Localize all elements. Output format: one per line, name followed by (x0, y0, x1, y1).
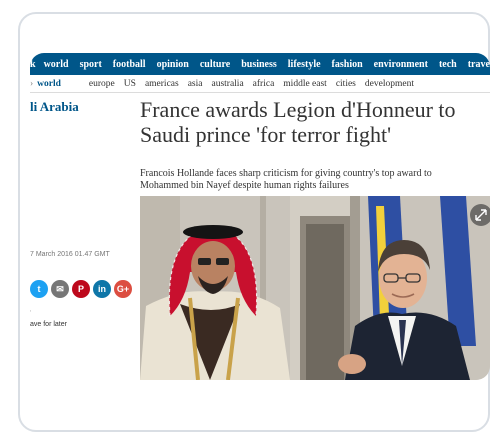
subnav-item-europe[interactable]: europe (89, 79, 115, 89)
article-standfirst: Francois Hollande faces sharp criticism … (140, 168, 432, 191)
nav-item-trave[interactable]: trave (468, 59, 490, 70)
share-buttons: t ✉ Pin G+ (30, 280, 135, 298)
article-headline: France awards Legion d'Honneur to Saudi … (140, 97, 456, 147)
share-email-button[interactable]: ✉ (51, 280, 69, 298)
subnav-item-middle-east[interactable]: middle east (283, 79, 327, 89)
subnav-item-americas[interactable]: americas (145, 79, 179, 89)
pinterest-icon: P (77, 284, 84, 294)
subnav-item-cities[interactable]: cities (336, 79, 356, 89)
googleplus-icon: G+ (116, 284, 130, 294)
expand-icon (475, 209, 487, 221)
back-chevron-icon[interactable]: › (30, 79, 33, 89)
expand-image-button[interactable] (470, 204, 490, 226)
share-count-marker: ‚ (30, 307, 32, 313)
nav-item-k[interactable]: k (30, 59, 36, 70)
share-linkedin-button[interactable]: in (93, 280, 111, 298)
photo-illustration (140, 196, 490, 380)
article-dateline: 7 March 2016 01.47 GMT (30, 251, 110, 258)
subnav-active-world[interactable]: world (37, 79, 61, 89)
subnav-item-asia[interactable]: asia (188, 79, 203, 89)
share-googleplus-button[interactable]: G+ (114, 280, 132, 298)
nav-item-fashion[interactable]: fashion (332, 59, 363, 70)
sub-navigation: › world europe US americas asia australia afr… (30, 75, 490, 93)
twitter-icon: t (37, 284, 41, 294)
share-pinterest-button[interactable]: P (72, 280, 90, 298)
nav-item-business[interactable]: business (241, 59, 277, 70)
subnav-items: europe US americas asia australia africa middl… (89, 79, 423, 89)
nav-item-culture[interactable]: culture (200, 59, 230, 70)
nav-item-lifestyle[interactable]: lifestyle (288, 59, 321, 70)
email-icon: ✉ (56, 283, 64, 294)
linkedin-icon: in (98, 284, 106, 294)
top-navigation: k world sport football opinion culture busines… (30, 53, 490, 75)
nav-item-world[interactable]: world (44, 59, 69, 70)
save-for-later-link[interactable]: ave for later (30, 321, 67, 328)
article-sidebar: li Arabia 7 March 2016 01.47 GMT t ✉ Pin G+… (30, 93, 135, 380)
subnav-item-australia[interactable]: australia (211, 79, 243, 89)
nav-item-opinion[interactable]: opinion (157, 59, 189, 70)
browser-screenshot: k world sport football opinion culture busines… (30, 53, 490, 380)
nav-item-tech[interactable]: tech (439, 59, 457, 70)
nav-item-environment[interactable]: environment (374, 59, 428, 70)
subnav-item-US[interactable]: US (124, 79, 136, 89)
nav-item-football[interactable]: football (113, 59, 146, 70)
article-photo[interactable] (140, 196, 490, 380)
nav-item-sport[interactable]: sport (80, 59, 102, 70)
share-twitter-button[interactable]: t (30, 280, 48, 298)
section-title[interactable]: li Arabia (30, 99, 79, 115)
subnav-item-africa[interactable]: africa (253, 79, 275, 89)
subnav-item-development[interactable]: development (365, 79, 414, 89)
